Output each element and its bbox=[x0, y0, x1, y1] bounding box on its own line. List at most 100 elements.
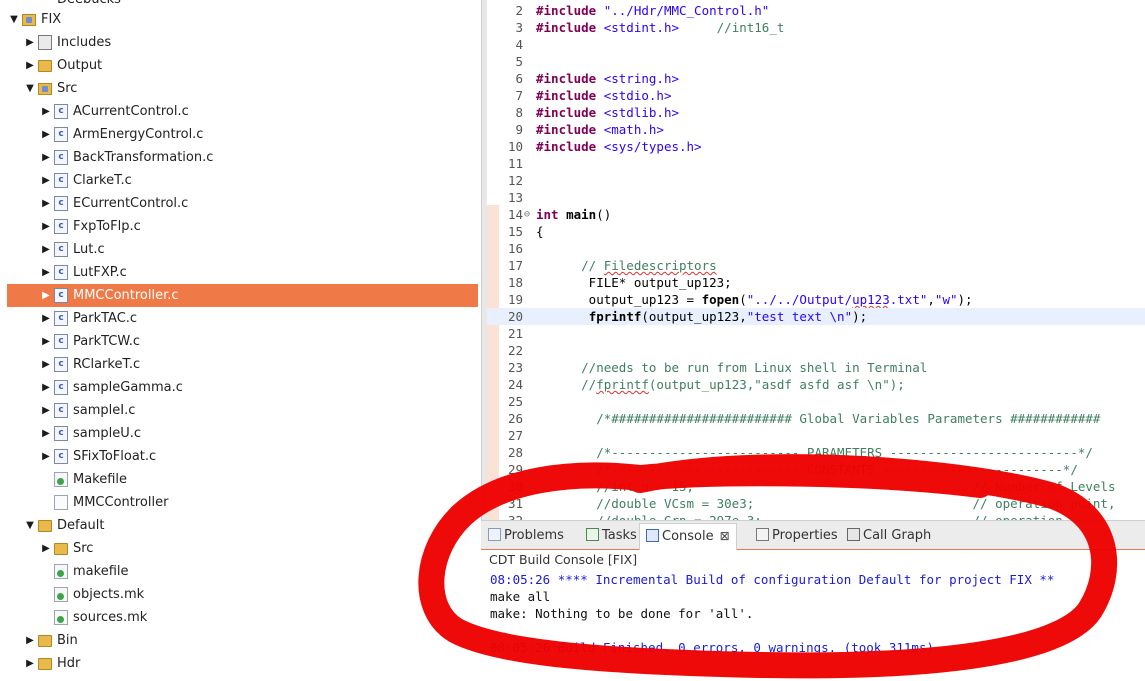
code-line[interactable]: 25 bbox=[487, 393, 1145, 410]
code-text: //double Grn = 297e-3; // operation bbox=[536, 512, 1063, 520]
collapsed-arrow-icon[interactable]: ▶ bbox=[40, 284, 52, 307]
collapsed-arrow-icon[interactable]: ▶ bbox=[24, 54, 36, 77]
code-line[interactable]: 32 //double Grn = 297e-3; // operation bbox=[487, 512, 1145, 520]
tree-item-fxptoflp-c[interactable]: ▶ c FxpToFlp.c bbox=[7, 215, 478, 238]
code-token: #include bbox=[536, 71, 604, 86]
tree-item-sources-mk[interactable]: sources.mk bbox=[7, 606, 478, 629]
code-line[interactable]: 16 bbox=[487, 240, 1145, 257]
collapsed-arrow-icon[interactable]: ▶ bbox=[40, 399, 52, 422]
code-line[interactable]: 15 { bbox=[487, 223, 1145, 240]
tab-console[interactable]: Console ⊠ bbox=[639, 523, 737, 550]
collapsed-arrow-icon[interactable]: ▶ bbox=[40, 261, 52, 284]
collapsed-arrow-icon[interactable]: ▶ bbox=[40, 123, 52, 146]
tree-item-rclarket-c[interactable]: ▶ c RClarkeT.c bbox=[7, 353, 478, 376]
collapsed-arrow-icon[interactable]: ▶ bbox=[40, 537, 52, 560]
code-line[interactable]: 8 #include <stdlib.h> bbox=[487, 104, 1145, 121]
code-line[interactable]: 9 #include <math.h> bbox=[487, 121, 1145, 138]
code-line[interactable]: 29 /*------------------------- CONSTANTS… bbox=[487, 461, 1145, 478]
code-line[interactable]: 11 bbox=[487, 155, 1145, 172]
tree-item-makefile[interactable]: makefile bbox=[7, 560, 478, 583]
collapsed-arrow-icon[interactable]: ▶ bbox=[40, 169, 52, 192]
tree-item-lut-c[interactable]: ▶ c Lut.c bbox=[7, 238, 478, 261]
tree-item-fix[interactable]: ▼ FIX bbox=[7, 8, 478, 31]
collapsed-arrow-icon[interactable]: ▶ bbox=[24, 629, 36, 652]
tree-item-lutfxp-c[interactable]: ▶ c LutFXP.c bbox=[7, 261, 478, 284]
code-line[interactable]: 7 #include <stdio.h> bbox=[487, 87, 1145, 104]
code-line[interactable]: 6 #include <string.h> bbox=[487, 70, 1145, 87]
code-line[interactable]: 26 /*######################## Global Var… bbox=[487, 410, 1145, 427]
collapsed-arrow-icon[interactable]: ▶ bbox=[24, 652, 36, 675]
tree-item-hdr[interactable]: ▶ Hdr bbox=[7, 652, 478, 675]
code-token: <stdio.h> bbox=[603, 88, 672, 103]
tree-item-output[interactable]: ▶ Output bbox=[7, 54, 478, 77]
collapsed-arrow-icon[interactable]: ▶ bbox=[40, 238, 52, 261]
collapsed-arrow-icon[interactable]: ▶ bbox=[40, 330, 52, 353]
tree-item-includes[interactable]: ▶ Includes bbox=[7, 31, 478, 54]
collapsed-arrow-icon[interactable]: ▶ bbox=[40, 215, 52, 238]
code-line[interactable]: 28 /*------------------------- PARAMETER… bbox=[487, 444, 1145, 461]
code-line[interactable]: 23 //needs to be run from Linux shell in… bbox=[487, 359, 1145, 376]
tree-item-backtransformation-c[interactable]: ▶ c BackTransformation.c bbox=[7, 146, 478, 169]
code-token: <stdlib.h> bbox=[603, 105, 679, 120]
tab-problems[interactable]: Problems bbox=[488, 524, 564, 548]
tab-tasks[interactable]: Tasks bbox=[586, 524, 637, 548]
tree-item-clarket-c[interactable]: ▶ c ClarkeT.c bbox=[7, 169, 478, 192]
collapsed-arrow-icon[interactable]: ▶ bbox=[40, 445, 52, 468]
tree-item-armenergycontrol-c[interactable]: ▶ c ArmEnergyControl.c bbox=[7, 123, 478, 146]
code-line[interactable]: 31 //double VCsm = 30e3; // operation po… bbox=[487, 495, 1145, 512]
expanded-arrow-icon[interactable]: ▼ bbox=[8, 8, 20, 31]
tree-item-src[interactable]: ▶ Src bbox=[7, 537, 478, 560]
tree-item-makefile[interactable]: Makefile bbox=[7, 468, 478, 491]
tree-item-parktcw-c[interactable]: ▶ c ParkTCW.c bbox=[7, 330, 478, 353]
code-line[interactable]: 13 bbox=[487, 189, 1145, 206]
code-line[interactable]: 21 bbox=[487, 325, 1145, 342]
code-line[interactable]: 12 bbox=[487, 172, 1145, 189]
tree-item-ecurrentcontrol-c[interactable]: ▶ c ECurrentControl.c bbox=[7, 192, 478, 215]
tree-item-bin[interactable]: ▶ Bin bbox=[7, 629, 478, 652]
code-line[interactable]: 5 bbox=[487, 53, 1145, 70]
line-number: 6 bbox=[515, 71, 523, 86]
expanded-arrow-icon[interactable]: ▼ bbox=[24, 514, 36, 537]
tree-item-mmccontroller[interactable]: MMCController bbox=[7, 491, 478, 514]
tree-item-acurrentcontrol-c[interactable]: ▶ c ACurrentControl.c bbox=[7, 100, 478, 123]
tree-item-src[interactable]: ▼ Src bbox=[7, 77, 478, 100]
code-line[interactable]: 18 FILE* output_up123; bbox=[487, 274, 1145, 291]
collapsed-arrow-icon[interactable]: ▶ bbox=[24, 31, 36, 54]
tree-item-sfixtofloat-c[interactable]: ▶ c SFixToFloat.c bbox=[7, 445, 478, 468]
collapsed-arrow-icon[interactable]: ▶ bbox=[40, 146, 52, 169]
tree-item-samplegamma-c[interactable]: ▶ c sampleGamma.c bbox=[7, 376, 478, 399]
code-line[interactable]: 19 output_up123 = fopen("../../Output/up… bbox=[487, 291, 1145, 308]
tree-item-samplei-c[interactable]: ▶ c sampleI.c bbox=[7, 399, 478, 422]
tree-item-objects-mk[interactable]: objects.mk bbox=[7, 583, 478, 606]
code-line[interactable]: 3 #include <stdint.h> //int16_t bbox=[487, 19, 1145, 36]
code-line[interactable]: 10 #include <sys/types.h> bbox=[487, 138, 1145, 155]
code-line[interactable]: 4 bbox=[487, 36, 1145, 53]
code-line[interactable]: 27 bbox=[487, 427, 1145, 444]
collapsed-arrow-icon[interactable]: ▶ bbox=[40, 353, 52, 376]
tab-label: Console bbox=[662, 529, 714, 544]
tree-item-parktac-c[interactable]: ▶ c ParkTAC.c bbox=[7, 307, 478, 330]
tab-properties[interactable]: Properties bbox=[756, 524, 838, 548]
collapsed-arrow-icon[interactable]: ▶ bbox=[40, 422, 52, 445]
close-icon[interactable]: ⊠ bbox=[720, 529, 730, 543]
tree-item-default[interactable]: ▼ Default bbox=[7, 514, 478, 537]
code-line[interactable]: 17 // Filedescriptors bbox=[487, 257, 1145, 274]
tab-call-graph[interactable]: Call Graph bbox=[847, 524, 931, 548]
code-line[interactable]: 30 //int n = 15; // Number of Levels bbox=[487, 478, 1145, 495]
code-editor[interactable]: 2 #include "../Hdr/MMC_Control.h" 3 #includ… bbox=[487, 0, 1145, 520]
collapsed-arrow-icon[interactable]: ▶ bbox=[40, 376, 52, 399]
code-line[interactable]: 24 //fprintf(output_up123,"asdf asfd asf… bbox=[487, 376, 1145, 393]
tree-item-mmccontroller-c[interactable]: ▶ c MMCController.c bbox=[7, 284, 478, 307]
fold-toggle-icon[interactable]: ⊖ bbox=[524, 206, 534, 223]
collapsed-arrow-icon[interactable]: ▶ bbox=[40, 100, 52, 123]
code-text: output_up123 = fopen("../../Output/up123… bbox=[536, 291, 973, 308]
expanded-arrow-icon[interactable]: ▼ bbox=[24, 77, 36, 100]
collapsed-arrow-icon[interactable]: ▶ bbox=[40, 192, 52, 215]
tree-item-sampleu-c[interactable]: ▶ c sampleU.c bbox=[7, 422, 478, 445]
collapsed-arrow-icon[interactable]: ▶ bbox=[40, 307, 52, 330]
code-line[interactable]: 14 ⊖ int main() bbox=[487, 206, 1145, 223]
code-line[interactable]: 20 fprintf(output_up123,"test text \n"); bbox=[487, 308, 1145, 325]
code-line[interactable]: 22 bbox=[487, 342, 1145, 359]
code-line[interactable]: 2 #include "../Hdr/MMC_Control.h" bbox=[487, 2, 1145, 19]
